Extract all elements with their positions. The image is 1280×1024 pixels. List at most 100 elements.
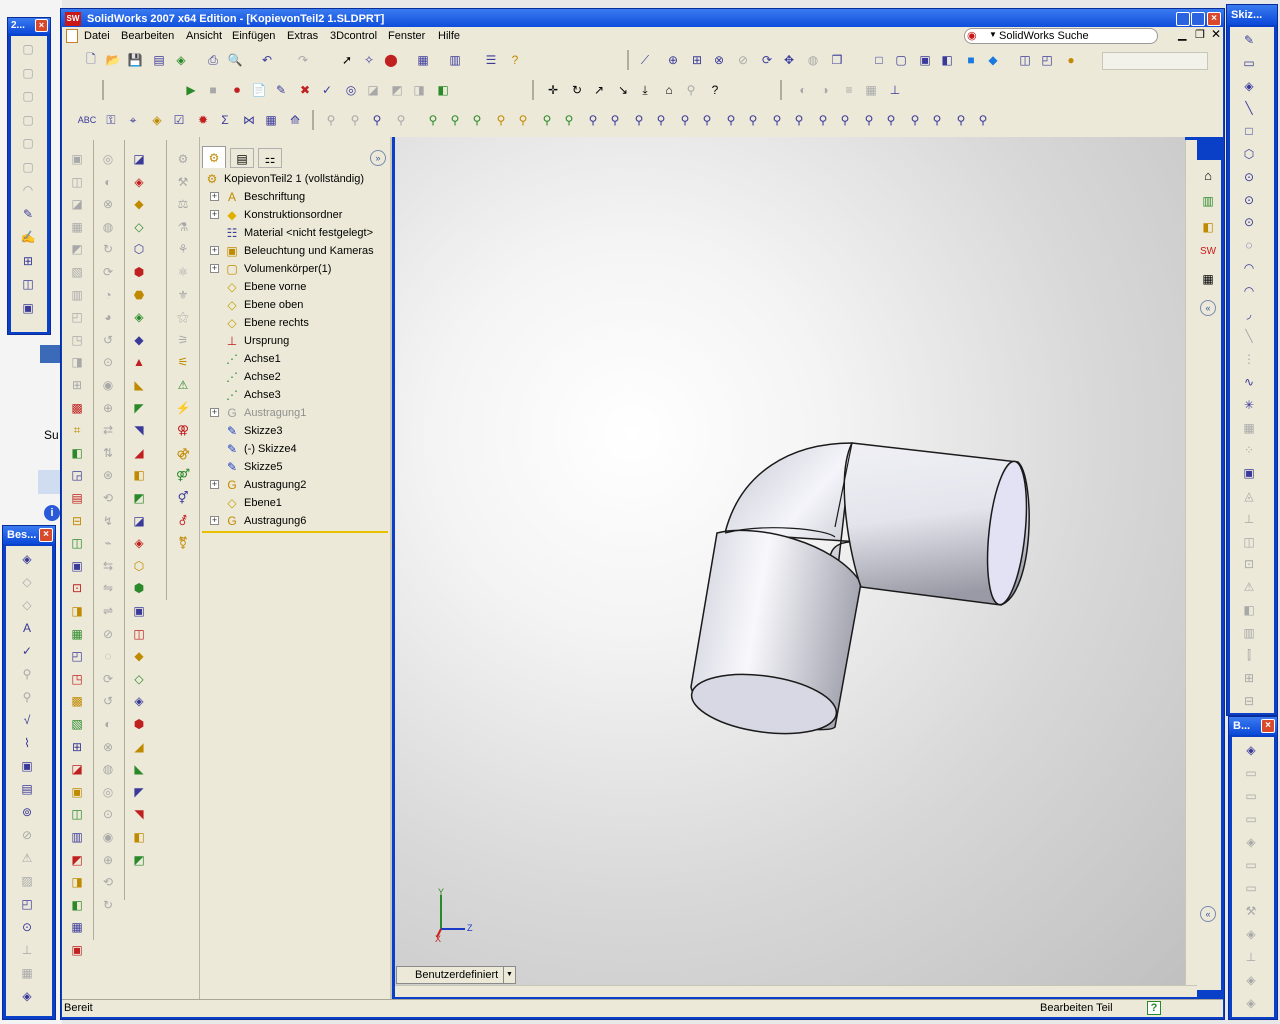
- floating-toolbar-b-close[interactable]: ×: [1261, 719, 1275, 733]
- shaded-icon[interactable]: ■: [962, 51, 980, 69]
- feature-tool-icon[interactable]: ↻: [99, 240, 117, 258]
- horizontal-scrollbar[interactable]: [395, 985, 1197, 997]
- feature-tool-icon[interactable]: ⬣: [130, 286, 148, 304]
- tree-expand-icon[interactable]: +: [210, 516, 219, 525]
- tool-a-icon[interactable]: ◎: [342, 81, 360, 99]
- filter-p-icon[interactable]: ⚲: [676, 111, 694, 129]
- feature-tool-icon[interactable]: ◳: [68, 331, 86, 349]
- feature-tool-icon[interactable]: ◨: [68, 873, 86, 891]
- filter-ac-icon[interactable]: ⚲: [974, 111, 992, 129]
- tree-item[interactable]: + G Austragung6: [202, 512, 388, 530]
- toolbar-tool-icon[interactable]: ⊙: [1240, 168, 1258, 186]
- arrow-ne-icon[interactable]: ↗: [590, 81, 608, 99]
- filter-h-icon[interactable]: ⚲: [492, 111, 510, 129]
- config-combo[interactable]: [1102, 52, 1208, 70]
- model-pipe-elbow[interactable]: [395, 137, 1185, 985]
- feature-tool-icon[interactable]: ↻: [99, 896, 117, 914]
- filter-e-icon[interactable]: ⚲: [424, 111, 442, 129]
- toolbar-tool-icon[interactable]: ⁘: [1240, 441, 1258, 459]
- toolbar-tool-icon[interactable]: ⊘: [18, 826, 36, 844]
- feature-tool-icon[interactable]: ◲: [68, 466, 86, 484]
- feature-tool-icon[interactable]: ▣: [68, 150, 86, 168]
- toolbar-tool-icon[interactable]: ◈: [18, 550, 36, 568]
- run-macro-icon[interactable]: ▶: [182, 81, 200, 99]
- toolbar-tool-icon[interactable]: ⊡: [1240, 555, 1258, 573]
- options-icon[interactable]: ▥: [446, 51, 464, 69]
- tool-g-icon[interactable]: ⌖: [124, 111, 142, 129]
- feature-tool-icon[interactable]: ◐: [99, 715, 117, 733]
- feature-tool-icon[interactable]: ▥: [68, 286, 86, 304]
- make-drawing-icon[interactable]: ▤: [150, 51, 168, 69]
- tree-item[interactable]: ✎ Skizze5: [202, 458, 388, 476]
- arc-icon[interactable]: ↻: [568, 81, 586, 99]
- toolbar-tool-icon[interactable]: ▢: [19, 158, 37, 176]
- feature-tool-icon[interactable]: ⚥: [174, 489, 192, 507]
- view-selector-tab[interactable]: Benutzerdefiniert ▼: [396, 966, 516, 984]
- tool-h-icon[interactable]: ◈: [148, 111, 166, 129]
- zoom-area-icon[interactable]: ⊞: [688, 51, 706, 69]
- rotate-icon[interactable]: ⟳: [758, 51, 776, 69]
- toolbar-tool-icon[interactable]: ╲: [1240, 99, 1258, 117]
- filter-t-icon[interactable]: ⚲: [768, 111, 786, 129]
- title-bar[interactable]: SolidWorks 2007 x64 Edition - [KopievonT…: [61, 9, 1224, 29]
- feature-tool-icon[interactable]: ▩: [68, 399, 86, 417]
- toolbar-tool-icon[interactable]: ▢: [19, 134, 37, 152]
- feature-tool-icon[interactable]: ⊡: [68, 579, 86, 597]
- toolbar-tool-icon[interactable]: ⚠: [1240, 578, 1258, 596]
- feature-tool-icon[interactable]: ◎: [99, 783, 117, 801]
- task-sw-icon[interactable]: SW: [1199, 246, 1217, 264]
- tool-c-icon[interactable]: ◩: [388, 81, 406, 99]
- feature-tool-icon[interactable]: ◪: [130, 512, 148, 530]
- feature-tool-icon[interactable]: ▥: [68, 828, 86, 846]
- filter-o-icon[interactable]: ⚲: [652, 111, 670, 129]
- floating-toolbar-2-close[interactable]: ×: [35, 19, 48, 32]
- tree-expand-icon[interactable]: +: [210, 264, 219, 273]
- toolbar-tool-icon[interactable]: A: [18, 619, 36, 637]
- feature-tool-icon[interactable]: ⚞: [174, 331, 192, 349]
- view-selector-dropdown-icon[interactable]: ▼: [503, 967, 515, 983]
- feature-tool-icon[interactable]: ▲: [130, 353, 148, 371]
- minimize-button[interactable]: [1176, 12, 1190, 26]
- status-help-icon[interactable]: ?: [1147, 1001, 1161, 1015]
- feature-tool-icon[interactable]: ↺: [99, 692, 117, 710]
- filter-g-icon[interactable]: ⚲: [468, 111, 486, 129]
- surface-d-icon[interactable]: ▦: [862, 81, 880, 99]
- feature-tool-icon[interactable]: ⇆: [99, 557, 117, 575]
- shaded-edges-icon[interactable]: ◧: [938, 51, 956, 69]
- tree-rollback-bar[interactable]: [202, 531, 388, 533]
- print-icon[interactable]: ⎙: [204, 51, 222, 69]
- hidden-lines-removed-icon[interactable]: ▣: [916, 51, 934, 69]
- toolbar-tool-icon[interactable]: ◇: [18, 596, 36, 614]
- tree-item[interactable]: ✎ (-) Skizze4: [202, 440, 388, 458]
- feature-tool-icon[interactable]: ⬡: [130, 557, 148, 575]
- tree-item[interactable]: + ◆ Konstruktionsordner: [202, 206, 388, 224]
- grid-icon[interactable]: ▦: [414, 51, 432, 69]
- doc-close-button[interactable]: ✕: [1211, 27, 1221, 41]
- properties-icon[interactable]: ☰: [482, 51, 500, 69]
- feature-tool-icon[interactable]: ⚜: [174, 286, 192, 304]
- surface-c-icon[interactable]: ≡: [840, 81, 858, 99]
- feature-tool-icon[interactable]: ⬢: [130, 715, 148, 733]
- toolbar-tool-icon[interactable]: ⊥: [1242, 948, 1260, 966]
- point-icon[interactable]: ✛: [544, 81, 562, 99]
- toolbar-tool-icon[interactable]: ◫: [19, 275, 37, 293]
- feature-tool-icon[interactable]: ⚛: [174, 263, 192, 281]
- filter-r-icon[interactable]: ⚲: [722, 111, 740, 129]
- toolbar-tool-icon[interactable]: ⫿: [1240, 647, 1258, 665]
- doc-restore-button[interactable]: ❐: [1195, 28, 1205, 41]
- tab-configuration-manager[interactable]: ⚏: [258, 148, 282, 168]
- panel-expand-icon[interactable]: »: [370, 150, 386, 166]
- toolbar-tool-icon[interactable]: ⊞: [1240, 669, 1258, 687]
- feature-tool-icon[interactable]: ⚡: [174, 399, 192, 417]
- toolbar-tool-icon[interactable]: ⊙: [1240, 191, 1258, 209]
- filter-ab-icon[interactable]: ⚲: [952, 111, 970, 129]
- feature-tool-icon[interactable]: ▩: [68, 692, 86, 710]
- delete-icon[interactable]: ✖: [296, 81, 314, 99]
- new-macro-icon[interactable]: 📄: [250, 81, 268, 99]
- select-icon[interactable]: ➚: [338, 51, 356, 69]
- zoom-selection-icon[interactable]: ⊘: [734, 51, 752, 69]
- help-icon[interactable]: ?: [506, 51, 524, 69]
- feature-tool-icon[interactable]: ⬢: [130, 579, 148, 597]
- toolbar-tool-icon[interactable]: ◈: [1242, 925, 1260, 943]
- feature-tool-icon[interactable]: ⚝: [174, 308, 192, 326]
